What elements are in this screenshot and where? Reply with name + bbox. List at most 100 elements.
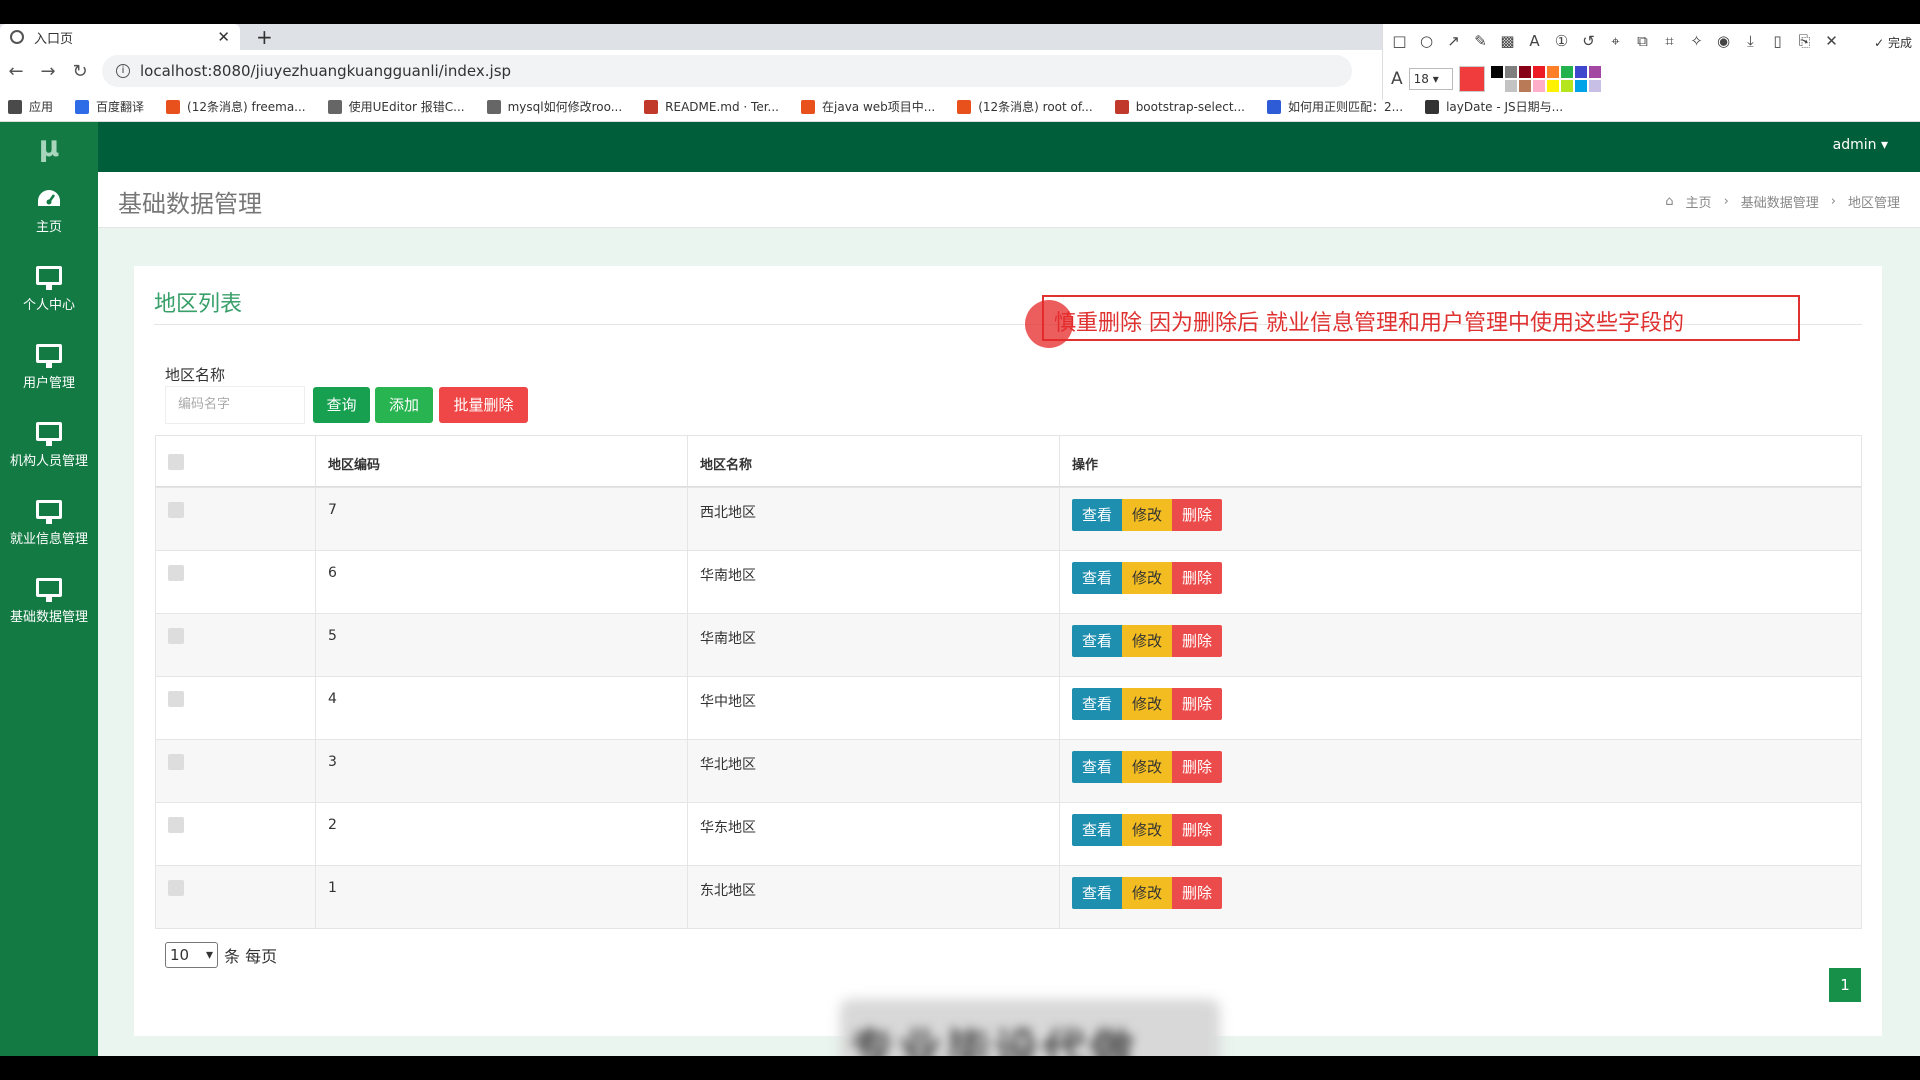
- color-swatch[interactable]: [1532, 80, 1545, 92]
- page-number-button[interactable]: 1: [1829, 968, 1861, 1002]
- delete-button[interactable]: 删除: [1172, 499, 1222, 531]
- color-swatch[interactable]: [1574, 66, 1587, 78]
- row-checkbox[interactable]: [168, 502, 184, 518]
- delete-button[interactable]: 删除: [1172, 814, 1222, 846]
- sidebar-item[interactable]: 个人中心: [0, 250, 98, 328]
- color-swatch[interactable]: [1588, 80, 1601, 92]
- bookmark-item[interactable]: 如何用正则匹配：2...: [1266, 98, 1403, 115]
- rectangle-tool-icon[interactable]: □: [1391, 32, 1408, 50]
- bookmark-item[interactable]: 应用: [8, 98, 53, 115]
- view-button[interactable]: 查看: [1072, 499, 1122, 531]
- magic-icon[interactable]: ✧: [1688, 32, 1705, 50]
- row-checkbox[interactable]: [168, 817, 184, 833]
- color-swatch[interactable]: [1560, 66, 1573, 78]
- page-size-select[interactable]: 10: [165, 942, 218, 968]
- number-tool-icon[interactable]: ①: [1553, 32, 1570, 50]
- color-swatch[interactable]: [1546, 66, 1559, 78]
- done-button[interactable]: ✓ 完成: [1874, 34, 1912, 51]
- site-info-icon[interactable]: i: [116, 64, 130, 78]
- query-button[interactable]: 查询: [313, 387, 370, 423]
- color-swatch[interactable]: [1518, 66, 1531, 78]
- color-swatch[interactable]: [1518, 80, 1531, 92]
- arrow-tool-icon[interactable]: ↗: [1445, 32, 1462, 50]
- current-color-swatch[interactable]: [1458, 66, 1485, 92]
- view-button[interactable]: 查看: [1072, 562, 1122, 594]
- edit-button[interactable]: 修改: [1122, 688, 1172, 720]
- delete-button[interactable]: 删除: [1172, 562, 1222, 594]
- bookmark-item[interactable]: 在java web项目中...: [801, 98, 935, 115]
- color-swatch[interactable]: [1546, 80, 1559, 92]
- bookmark-icon[interactable]: ⎘: [1796, 32, 1813, 50]
- close-tab-icon[interactable]: ✕: [217, 28, 230, 46]
- url-field[interactable]: i localhost:8080/jiuyezhuangkuangguanli/…: [102, 55, 1352, 87]
- color-swatch[interactable]: [1504, 66, 1517, 78]
- color-swatch[interactable]: [1560, 80, 1573, 92]
- bookmark-item[interactable]: 百度翻译: [75, 98, 144, 115]
- forward-icon[interactable]: →: [32, 61, 64, 82]
- view-button[interactable]: 查看: [1072, 625, 1122, 657]
- delete-button[interactable]: 删除: [1172, 751, 1222, 783]
- row-checkbox[interactable]: [168, 628, 184, 644]
- bookmark-item[interactable]: layDate - JS日期与...: [1425, 98, 1563, 115]
- phone-icon[interactable]: ▯: [1769, 32, 1786, 50]
- sidebar-item[interactable]: 就业信息管理: [0, 484, 98, 562]
- bookmark-item[interactable]: 使用UEditor 报错C...: [327, 98, 465, 115]
- ellipse-tool-icon[interactable]: ○: [1418, 32, 1435, 50]
- pen-tool-icon[interactable]: ✎: [1472, 32, 1489, 50]
- annotation-text-box[interactable]: 慎重删除 因为删除后 就业信息管理和用户管理中使用这些字段的: [1042, 295, 1800, 341]
- text-tool-icon[interactable]: A: [1526, 32, 1543, 50]
- color-swatch[interactable]: [1490, 80, 1503, 92]
- add-button[interactable]: 添加: [375, 387, 433, 423]
- row-checkbox[interactable]: [168, 880, 184, 896]
- view-button[interactable]: 查看: [1072, 877, 1122, 909]
- bookmark-item[interactable]: README.md · Ter...: [644, 99, 779, 114]
- sidebar-item[interactable]: 主页: [0, 172, 98, 250]
- color-swatch[interactable]: [1532, 66, 1545, 78]
- edit-button[interactable]: 修改: [1122, 877, 1172, 909]
- delete-button[interactable]: 删除: [1172, 688, 1222, 720]
- edit-button[interactable]: 修改: [1122, 499, 1172, 531]
- back-icon[interactable]: ←: [0, 61, 32, 82]
- download-icon[interactable]: ⤓: [1742, 32, 1759, 50]
- color-swatch[interactable]: [1574, 80, 1587, 92]
- color-swatch[interactable]: [1504, 80, 1517, 92]
- record-icon[interactable]: ◉: [1715, 32, 1732, 50]
- view-button[interactable]: 查看: [1072, 814, 1122, 846]
- new-tab-button[interactable]: +: [256, 25, 273, 49]
- color-swatch[interactable]: [1490, 66, 1503, 78]
- edit-button[interactable]: 修改: [1122, 562, 1172, 594]
- breadcrumb-home[interactable]: 主页: [1686, 192, 1712, 211]
- browser-tab[interactable]: 入口页 ✕: [0, 24, 240, 50]
- mosaic-tool-icon[interactable]: ▩: [1499, 32, 1516, 50]
- sidebar-item[interactable]: 用户管理: [0, 328, 98, 406]
- delete-button[interactable]: 删除: [1172, 877, 1222, 909]
- cancel-icon[interactable]: ✕: [1823, 32, 1840, 50]
- view-button[interactable]: 查看: [1072, 751, 1122, 783]
- bookmark-item[interactable]: (12条消息) root of...: [957, 98, 1093, 115]
- delete-button[interactable]: 删除: [1172, 625, 1222, 657]
- edit-button[interactable]: 修改: [1122, 751, 1172, 783]
- user-menu[interactable]: admin ▾: [1833, 122, 1888, 168]
- breadcrumb-section[interactable]: 基础数据管理: [1741, 192, 1819, 211]
- font-size-select[interactable]: 18 ▾: [1408, 68, 1453, 90]
- sidebar-item[interactable]: 基础数据管理: [0, 562, 98, 640]
- region-name-input[interactable]: 编码名字: [165, 386, 305, 424]
- bookmark-item[interactable]: bootstrap-select...: [1114, 99, 1245, 114]
- pin-icon[interactable]: ⌖: [1607, 32, 1624, 50]
- select-all-checkbox[interactable]: [168, 454, 184, 470]
- reload-icon[interactable]: ↻: [64, 61, 96, 82]
- edit-button[interactable]: 修改: [1122, 814, 1172, 846]
- undo-icon[interactable]: ↺: [1580, 32, 1597, 50]
- row-checkbox[interactable]: [168, 691, 184, 707]
- batch-delete-button[interactable]: 批量删除: [439, 387, 528, 423]
- bookmark-item[interactable]: (12条消息) freema...: [166, 98, 306, 115]
- row-checkbox[interactable]: [168, 754, 184, 770]
- view-button[interactable]: 查看: [1072, 688, 1122, 720]
- translate-icon[interactable]: ⧉: [1634, 32, 1651, 50]
- edit-button[interactable]: 修改: [1122, 625, 1172, 657]
- row-checkbox[interactable]: [168, 565, 184, 581]
- ocr-icon[interactable]: ⌗: [1661, 32, 1678, 50]
- bookmark-item[interactable]: mysql如何修改roo...: [486, 98, 622, 115]
- color-swatch[interactable]: [1588, 66, 1601, 78]
- sidebar-item[interactable]: 机构人员管理: [0, 406, 98, 484]
